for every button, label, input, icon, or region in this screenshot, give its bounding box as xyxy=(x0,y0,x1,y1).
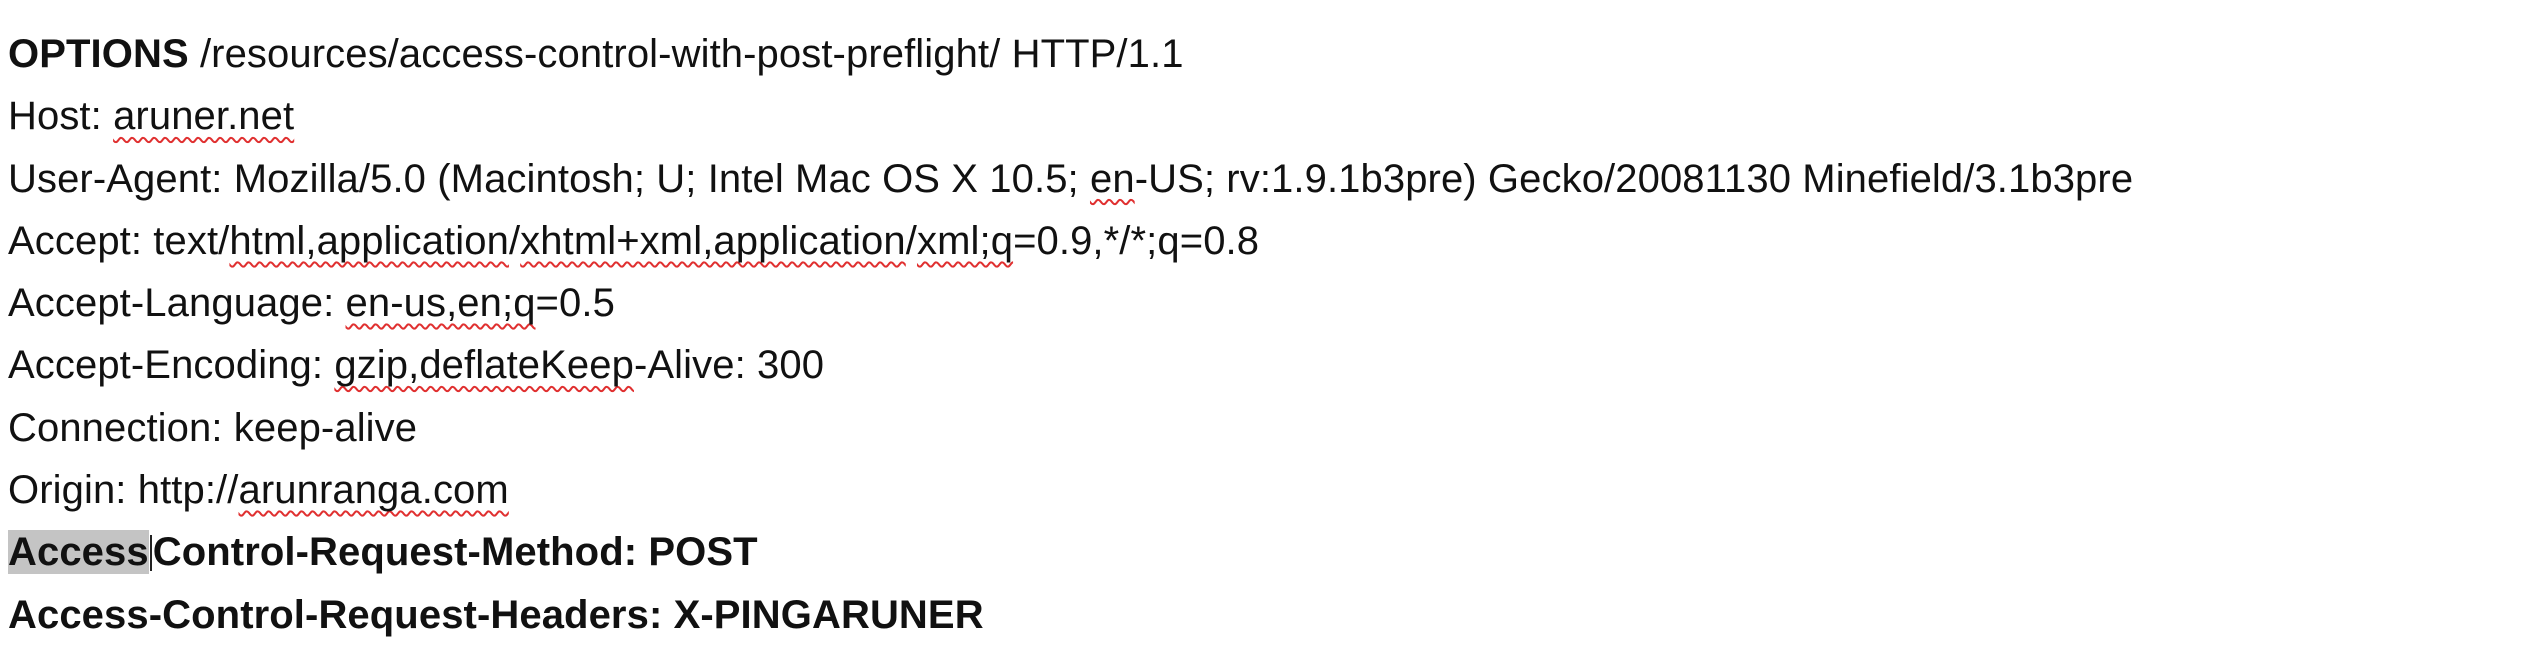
accept-part-1: Accept: text/ xyxy=(8,218,230,263)
request-path: /resources/access-control-with-post-pref… xyxy=(188,32,1184,76)
accept-encoding-header: Accept-Encoding: gzip,deflateKeep-Alive:… xyxy=(8,334,2538,396)
accept-header: Accept: text/html,application/xhtml+xml,… xyxy=(8,210,2538,272)
user-agent-part-3: -US; rv:1.9.1b3pre) Gecko/20081130 Minef… xyxy=(1134,156,2134,201)
http-request-document[interactable]: OPTIONS /resources/access-control-with-p… xyxy=(8,23,2538,646)
access-control-request-headers-header: Access-Control-Request-Headers: X-PINGAR… xyxy=(8,584,2538,646)
access-control-request-method-header: Access Control-Request-Method: POST xyxy=(8,521,2538,583)
accept-language-header: Accept-Language: en-us,en;q=0.5 xyxy=(8,272,2538,334)
origin-value: arunranga.com xyxy=(238,468,509,513)
request-line: OPTIONS /resources/access-control-with-p… xyxy=(8,23,2538,85)
connection-text: Connection: keep-alive xyxy=(8,405,418,450)
accept-encoding-value: gzip,deflateKeep xyxy=(334,343,634,388)
accept-part-3: / xyxy=(508,218,521,263)
accept-part-6: xml;q xyxy=(916,218,1014,263)
user-agent-header: User-Agent: Mozilla/5.0 (Macintosh; U; I… xyxy=(8,148,2538,210)
request-method-rest: Control-Request-Method: POST xyxy=(152,530,758,575)
accept-part-2: html,application xyxy=(229,218,509,263)
connection-header: Connection: keep-alive xyxy=(8,397,2538,459)
accept-part-5: / xyxy=(905,218,917,263)
accept-language-label: Accept-Language: xyxy=(8,281,346,326)
accept-part-7: =0.9,*/*;q=0.8 xyxy=(1013,218,1260,263)
user-agent-part-2: en xyxy=(1089,156,1135,201)
host-header: Host: aruner.net xyxy=(8,85,2538,147)
selected-text[interactable]: Access xyxy=(8,530,149,575)
text-cursor-icon xyxy=(149,535,152,572)
accept-language-value: en-us,en;q xyxy=(345,281,536,326)
accept-language-rest: =0.5 xyxy=(535,281,615,326)
origin-header: Origin: http://arunranga.com xyxy=(8,459,2538,521)
host-value: aruner.net xyxy=(113,94,295,139)
accept-part-4: xhtml+xml,application xyxy=(520,218,906,263)
origin-label: Origin: http:// xyxy=(8,468,239,513)
host-label: Host: xyxy=(8,94,114,139)
request-headers-text: Access-Control-Request-Headers: X-PINGAR… xyxy=(8,592,984,637)
user-agent-part-1: User-Agent: Mozilla/5.0 (Macintosh; U; I… xyxy=(8,156,1090,201)
http-method: OPTIONS xyxy=(8,32,189,76)
accept-encoding-rest: -Alive: 300 xyxy=(633,343,825,388)
accept-encoding-label: Accept-Encoding: xyxy=(8,343,335,388)
